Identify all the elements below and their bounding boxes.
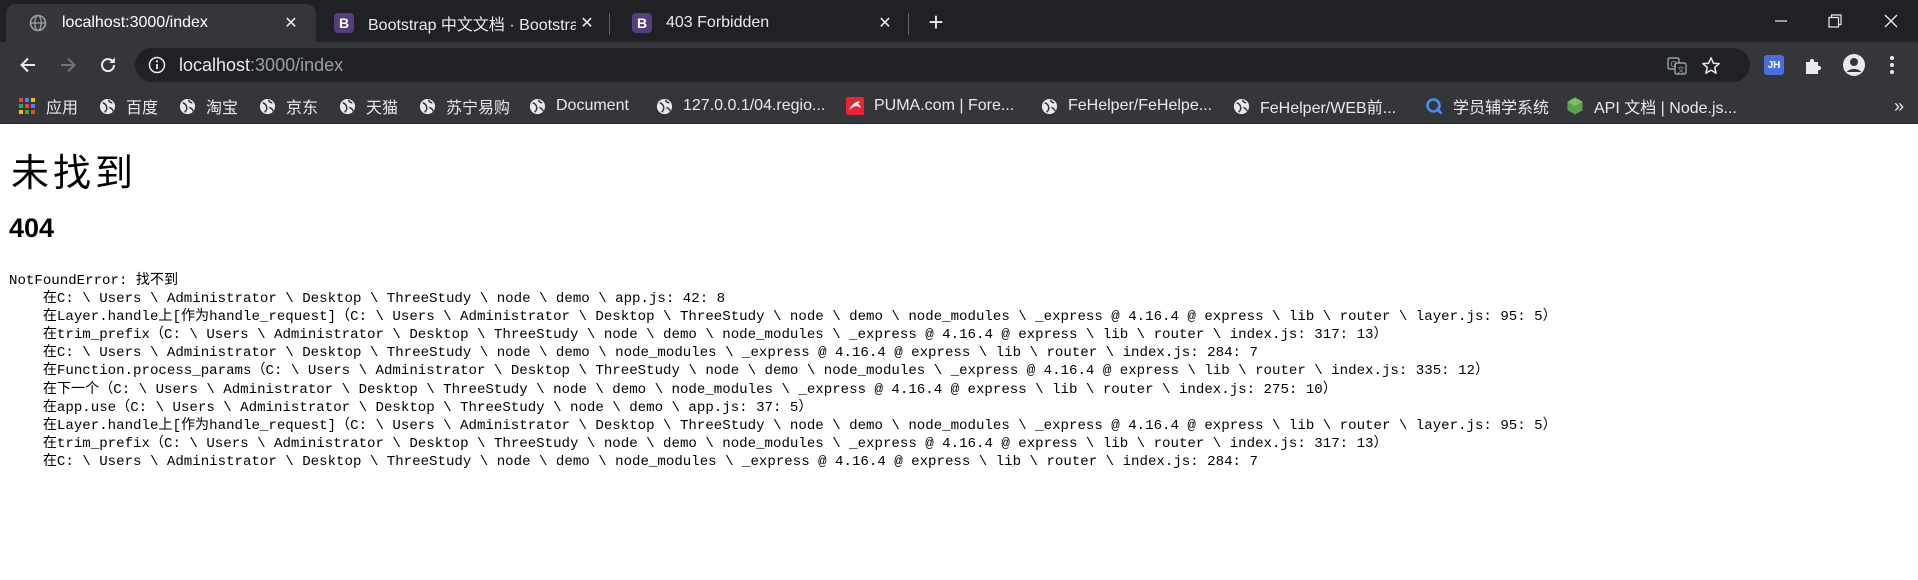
tab-close-icon[interactable]: ✕: [280, 12, 302, 34]
page-heading: 未找到: [11, 151, 138, 195]
q-icon: [1425, 97, 1443, 115]
bookmark-127[interactable]: 127.0.0.1/04.regio...: [655, 88, 825, 124]
url-host: localhost: [179, 54, 251, 75]
tab-close-icon[interactable]: ✕: [576, 12, 598, 34]
bookmark-label: 苏宁易购: [446, 100, 511, 117]
tab-localhost[interactable]: localhost:3000/index ✕: [6, 4, 316, 42]
bookmark-puma[interactable]: PUMA.com | Fore...: [846, 88, 1014, 124]
puma-icon: [846, 97, 864, 115]
tab-title: localhost:3000/index: [62, 14, 208, 31]
error-stack-trace: NotFoundError: 找不到 在C: \ Users \ Adminis…: [9, 273, 1557, 470]
globe-icon: [655, 97, 673, 115]
bookmark-jd[interactable]: 京东: [258, 88, 318, 124]
tab-separator: [908, 13, 909, 35]
apps-grid-icon: [18, 97, 36, 115]
tab-title: 403 Forbidden: [666, 14, 770, 31]
address-bar[interactable]: localhost:3000/index G文: [135, 48, 1750, 82]
tab-strip: localhost:3000/index ✕ B Bootstrap 中文文档 …: [0, 0, 1918, 42]
minimize-icon[interactable]: [1754, 0, 1808, 42]
bookmark-label: 学员辅学系统: [1453, 100, 1550, 117]
bookmark-fehelper-2[interactable]: FeHelper/WEB前...: [1232, 88, 1396, 124]
bookmark-apps[interactable]: 应用: [18, 88, 78, 124]
tab-title: Bootstrap 中文文档 · Bootstrap: [368, 17, 576, 34]
toolbar: localhost:3000/index G文 JH: [0, 42, 1918, 88]
bookmark-star-icon[interactable]: [1701, 56, 1721, 76]
extensions-puzzle-icon[interactable]: [1802, 53, 1826, 77]
menu-kebab-icon[interactable]: [1880, 53, 1904, 77]
globe-icon: [338, 97, 356, 115]
tab-close-icon[interactable]: ✕: [874, 12, 896, 34]
bookmark-student-system[interactable]: 学员辅学系统: [1425, 88, 1549, 124]
bookmark-label: 百度: [126, 100, 159, 117]
bookmark-tmall[interactable]: 天猫: [338, 88, 398, 124]
restore-icon[interactable]: [1808, 0, 1862, 42]
globe-icon: [1040, 97, 1058, 115]
bookmarks-bar: 应用 百度 淘宝 京东 天猫 苏宁易购 Document 127.0.0.1/0…: [0, 88, 1918, 124]
forward-arrow-icon[interactable]: [52, 49, 84, 81]
bookmark-label: 淘宝: [206, 100, 239, 117]
bookmark-label: PUMA.com | Fore...: [874, 97, 1015, 114]
node-icon: [1566, 97, 1584, 115]
reload-icon[interactable]: [92, 49, 124, 81]
jh-extension-icon[interactable]: JH: [1762, 53, 1786, 77]
address-url: localhost:3000/index: [179, 55, 343, 76]
bookmark-node-api[interactable]: API 文档 | Node.js...: [1566, 88, 1737, 124]
profile-avatar-icon[interactable]: [1842, 53, 1866, 77]
bookmark-baidu[interactable]: 百度: [98, 88, 158, 124]
globe-icon: [1232, 97, 1250, 115]
bookmarks-overflow-chevron-icon[interactable]: »: [1894, 88, 1904, 124]
bootstrap-icon: B: [334, 13, 354, 33]
error-status: 404: [9, 213, 55, 243]
globe-icon: [258, 97, 276, 115]
bookmark-fehelper-1[interactable]: FeHelper/FeHelpe...: [1040, 88, 1212, 124]
bookmark-taobao[interactable]: 淘宝: [178, 88, 238, 124]
translate-icon[interactable]: G文: [1667, 56, 1687, 76]
svg-text:G: G: [1671, 60, 1677, 69]
bookmark-label: 127.0.0.1/04.regio...: [683, 97, 826, 114]
bookmark-label: API 文档 | Node.js...: [1594, 100, 1737, 117]
bookmark-document[interactable]: Document: [528, 88, 629, 124]
close-icon[interactable]: [1864, 0, 1918, 42]
tab-bootstrap-docs[interactable]: B Bootstrap 中文文档 · Bootstrap ✕: [312, 4, 612, 42]
bookmark-label: 京东: [286, 100, 319, 117]
svg-text:文: 文: [1678, 65, 1685, 74]
bookmark-label: Document: [556, 97, 629, 114]
bookmark-label: FeHelper/FeHelpe...: [1068, 97, 1213, 114]
page-content: 未找到 404 NotFoundError: 找不到 在C: \ Users \…: [0, 124, 1918, 580]
bootstrap-icon: B: [632, 13, 652, 33]
bookmark-label: FeHelper/WEB前...: [1260, 100, 1397, 117]
new-tab-button[interactable]: +: [922, 9, 950, 37]
globe-icon: [28, 13, 48, 33]
url-path: :3000/index: [250, 54, 344, 75]
info-icon[interactable]: [147, 56, 167, 74]
globe-icon: [98, 97, 116, 115]
bookmark-label: 应用: [46, 100, 79, 117]
globe-icon: [178, 97, 196, 115]
back-arrow-icon[interactable]: [12, 49, 44, 81]
bookmark-suning[interactable]: 苏宁易购: [418, 88, 510, 124]
tab-403-forbidden[interactable]: B 403 Forbidden ✕: [610, 4, 910, 42]
bookmark-label: 天猫: [366, 100, 399, 117]
globe-icon: [528, 97, 546, 115]
globe-icon: [418, 97, 436, 115]
